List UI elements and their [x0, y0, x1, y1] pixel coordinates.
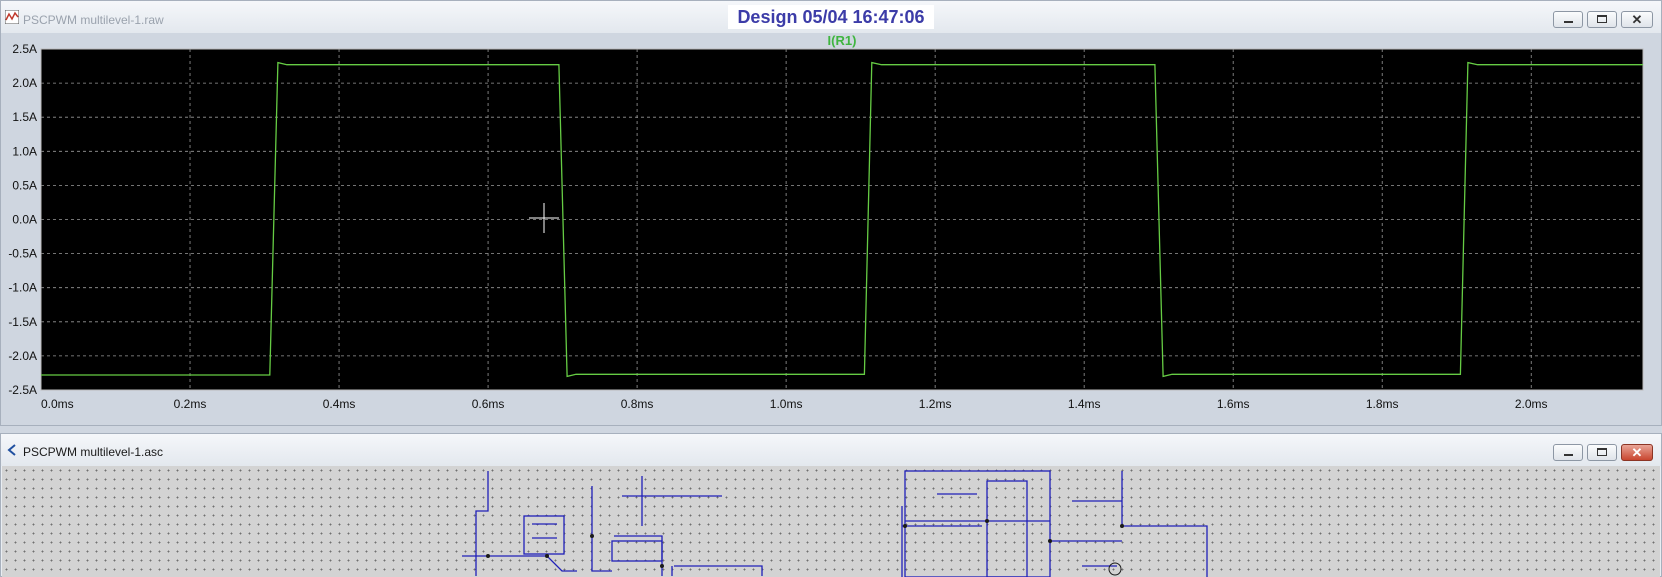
waveform-titlebar[interactable]: PSCPWM multilevel-1.raw Design 05/04 16:…: [1, 1, 1661, 33]
x-tick-label: 2.0ms: [1515, 397, 1548, 411]
minimize-icon: [1564, 454, 1573, 456]
y-tick-label: -2.0A: [8, 349, 37, 363]
maximize-button[interactable]: [1587, 11, 1617, 28]
schematic-maximize-button[interactable]: [1587, 444, 1617, 461]
x-tick-label: 1.0ms: [770, 397, 803, 411]
waveform-window: PSCPWM multilevel-1.raw Design 05/04 16:…: [0, 0, 1662, 426]
y-tick-label: 2.5A: [12, 42, 37, 56]
schematic-titlebar[interactable]: PSCPWM multilevel-1.asc ✕: [1, 434, 1661, 466]
waveform-app-icon: [5, 10, 19, 24]
design-timestamp: Design 05/04 16:47:06: [728, 5, 934, 29]
y-tick-label: -1.5A: [8, 315, 37, 329]
schematic-window: PSCPWM multilevel-1.asc ✕: [0, 433, 1662, 577]
x-tick-label: 1.2ms: [919, 397, 952, 411]
y-tick-label: 1.0A: [12, 144, 37, 158]
x-tick-label: 0.4ms: [323, 397, 356, 411]
y-tick-label: -1.0A: [8, 281, 37, 295]
schematic-canvas[interactable]: [2, 466, 1660, 577]
y-tick-label: -0.5A: [8, 247, 37, 261]
schematic-close-button[interactable]: ✕: [1621, 444, 1653, 461]
y-tick-label: 1.5A: [12, 110, 37, 124]
schematic-minimize-button[interactable]: [1553, 444, 1583, 461]
x-tick-label: 1.6ms: [1217, 397, 1250, 411]
maximize-icon: [1597, 15, 1607, 23]
waveform-window-title: PSCPWM multilevel-1.raw: [23, 13, 164, 27]
x-tick-label: 0.0ms: [41, 397, 74, 411]
trace-label[interactable]: I(R1): [828, 33, 857, 48]
x-tick-label: 1.8ms: [1366, 397, 1399, 411]
x-tick-label: 0.6ms: [472, 397, 505, 411]
y-tick-label: 0.5A: [12, 178, 37, 192]
schematic-drawing[interactable]: [2, 466, 1660, 577]
y-tick-label: -2.5A: [8, 383, 37, 397]
x-tick-label: 0.8ms: [621, 397, 654, 411]
x-tick-label: 0.2ms: [174, 397, 207, 411]
y-tick-label: 2.0A: [12, 76, 37, 90]
close-icon: ✕: [1631, 445, 1643, 460]
maximize-icon: [1597, 448, 1607, 456]
minimize-icon: [1564, 21, 1573, 23]
x-tick-label: 1.4ms: [1068, 397, 1101, 411]
y-tick-label: 0.0A: [12, 213, 37, 227]
waveform-plot[interactable]: I(R1) 2.5A 2.0A 1.5A 1.0A 0.5A 0.0A -0.5A -1.0A…: [1, 33, 1661, 425]
schematic-window-title: PSCPWM multilevel-1.asc: [23, 445, 164, 459]
minimize-button[interactable]: [1553, 11, 1583, 28]
close-button-faded[interactable]: ✕: [1621, 11, 1653, 28]
schematic-app-icon: [7, 444, 16, 456]
close-icon: ✕: [1631, 12, 1643, 27]
